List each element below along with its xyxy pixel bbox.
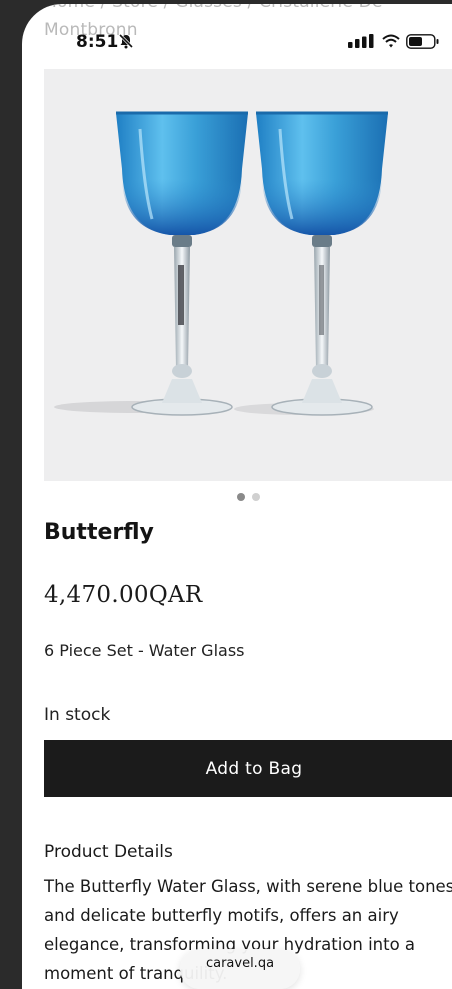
glasses-illustration	[54, 111, 388, 416]
add-to-bag-button[interactable]: Add to Bag	[44, 740, 452, 797]
wifi-icon	[382, 34, 400, 48]
phone-screen: Home / Store / Glasses / Cristallerie De…	[22, 4, 452, 989]
carousel-dots	[237, 493, 260, 501]
signal-icon	[348, 34, 374, 48]
browser-url-pill[interactable]: caravel.qa	[180, 949, 300, 989]
battery-icon	[406, 34, 439, 49]
status-bar: 8:51	[22, 4, 452, 64]
product-details-heading: Product Details	[44, 842, 173, 862]
left-glass	[116, 111, 248, 416]
carousel-dot-2[interactable]	[252, 493, 260, 501]
status-time: 8:51	[76, 32, 119, 52]
bell-slash-icon	[118, 33, 134, 49]
carousel-dot-1[interactable]	[237, 493, 245, 501]
product-title: Butterfly	[44, 520, 154, 545]
stock-status: In stock	[44, 705, 111, 725]
product-variant: 6 Piece Set - Water Glass	[44, 641, 245, 660]
right-glass	[256, 111, 388, 416]
product-image[interactable]	[44, 69, 452, 481]
browser-url[interactable]: caravel.qa	[180, 956, 300, 971]
product-price: 4,470.00QAR	[44, 582, 203, 608]
